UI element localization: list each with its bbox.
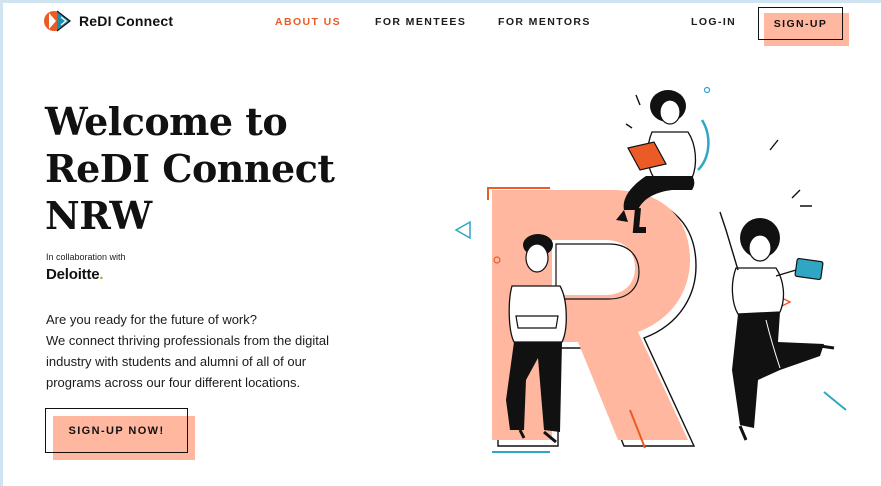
signup-now-button[interactable]: SIGN-UP NOW! — [45, 408, 188, 453]
cta-wrapper: SIGN-UP NOW! — [45, 408, 197, 462]
signup-button[interactable]: SIGN-UP — [758, 7, 843, 40]
top-nav: ReDI Connect ABOUT US FOR MENTEES FOR ME… — [0, 0, 881, 46]
desc-line-3: industry with students and alumni of all… — [46, 354, 307, 369]
collaboration-label: In collaboration with — [46, 252, 126, 262]
signup-button-wrapper: SIGN-UP — [758, 7, 850, 47]
partner-logo: Deloitte. — [46, 266, 104, 283]
nav-about-us[interactable]: ABOUT US — [275, 16, 341, 28]
hero-illustration — [454, 86, 847, 453]
tiny-circle-icon — [703, 86, 711, 94]
partner-dot: . — [99, 266, 104, 283]
page-title: Welcome to ReDI Connect NRW — [45, 98, 405, 239]
teal-arc-icon — [697, 119, 710, 171]
partner-name: Deloitte — [46, 266, 100, 283]
triangle-outline-icon — [454, 220, 471, 240]
teal-line-icon — [823, 391, 847, 411]
desc-line-4: programs across our four different locat… — [46, 375, 301, 390]
desc-line-1: Are you ready for the future of work? — [46, 312, 257, 327]
title-line-3: NRW — [45, 193, 152, 238]
title-line-1: Welcome to — [45, 99, 288, 144]
brand-name: ReDI Connect — [79, 13, 174, 29]
desc-line-2: We connect thriving professionals from t… — [46, 333, 330, 348]
title-line-2: ReDI Connect — [45, 146, 335, 191]
nav-for-mentees[interactable]: FOR MENTEES — [375, 16, 466, 28]
brand-logo[interactable]: ReDI Connect — [43, 8, 173, 34]
person-jumping-illustration — [719, 139, 835, 441]
nav-for-mentors[interactable]: FOR MENTORS — [498, 16, 591, 28]
redi-logo-icon — [44, 10, 71, 32]
nav-login[interactable]: LOG-IN — [691, 16, 736, 28]
hero-description: Are you ready for the future of work? We… — [46, 309, 406, 393]
